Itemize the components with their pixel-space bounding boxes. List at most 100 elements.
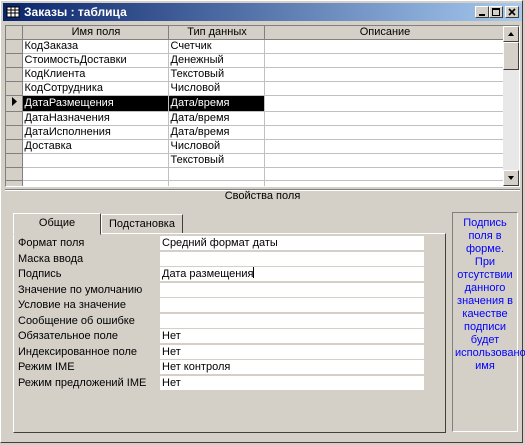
- header-data-type[interactable]: Тип данных: [168, 26, 265, 40]
- property-value-field[interactable]: [160, 298, 424, 312]
- table-icon: [6, 6, 20, 18]
- description-cell[interactable]: [264, 180, 505, 186]
- title-bar[interactable]: Заказы : таблица: [3, 3, 522, 21]
- field-name-cell[interactable]: [22, 167, 169, 181]
- scroll-up-button[interactable]: [503, 26, 519, 42]
- header-description[interactable]: Описание: [264, 26, 505, 40]
- property-row: Подпись Дата размещения: [18, 267, 425, 281]
- field-name-cell[interactable]: [22, 153, 169, 168]
- maximize-icon: [492, 8, 500, 16]
- tab-general[interactable]: Общие: [13, 213, 101, 235]
- property-value-text: Нет контроля: [162, 361, 231, 373]
- field-name-cell[interactable]: КодЗаказа: [22, 39, 169, 54]
- property-value-field[interactable]: [160, 251, 424, 266]
- data-type-cell[interactable]: [168, 180, 265, 186]
- data-type-cell[interactable]: Текстовый: [168, 153, 265, 168]
- table-row[interactable]: КодСотрудника Числовой: [6, 81, 505, 96]
- property-value-field[interactable]: Нет: [160, 375, 424, 390]
- row-selector[interactable]: [6, 39, 23, 54]
- field-name-cell[interactable]: ДатаИсполнения: [22, 125, 169, 140]
- field-name-cell[interactable]: КодКлиента: [22, 67, 169, 82]
- property-value-text: Нет: [162, 330, 181, 342]
- field-name-cell[interactable]: Доставка: [22, 139, 169, 154]
- maximize-button[interactable]: [489, 6, 503, 18]
- description-cell[interactable]: [264, 125, 505, 140]
- table-row[interactable]: СтоимостьДоставки Денежный: [6, 53, 505, 68]
- data-type-cell[interactable]: Числовой: [168, 81, 265, 96]
- vertical-scrollbar[interactable]: [503, 26, 519, 186]
- row-selector[interactable]: [6, 81, 23, 96]
- tab-general-label: Общие: [38, 217, 76, 229]
- property-row: Условие на значение: [18, 298, 425, 312]
- property-value-field[interactable]: [160, 313, 424, 328]
- header-field-name[interactable]: Имя поля: [22, 26, 169, 40]
- property-label: Режим предложений IME: [18, 376, 147, 389]
- row-selector[interactable]: [6, 153, 23, 168]
- scroll-thumb[interactable]: [503, 42, 519, 70]
- property-value-field[interactable]: Средний формат даты: [160, 236, 424, 250]
- field-name-cell[interactable]: КодСотрудника: [22, 81, 169, 96]
- description-cell[interactable]: [264, 167, 505, 181]
- table-row[interactable]: ДатаИсполнения Дата/время: [6, 125, 505, 140]
- property-row: Режим IME Нет контроля: [18, 360, 425, 374]
- property-label: Подпись: [18, 268, 62, 280]
- description-cell[interactable]: [264, 39, 505, 54]
- data-type-cell[interactable]: [168, 167, 265, 181]
- field-name-cell[interactable]: ДатаРазмещения: [22, 95, 169, 112]
- data-type-cell[interactable]: Дата/время: [168, 95, 265, 112]
- row-selector[interactable]: [6, 125, 23, 140]
- field-name-cell[interactable]: [22, 180, 169, 186]
- description-cell[interactable]: [264, 53, 505, 68]
- property-value-field[interactable]: Нет: [160, 329, 424, 343]
- table-row[interactable]: [6, 167, 505, 181]
- data-type-cell[interactable]: Счетчик: [168, 39, 265, 54]
- table-row[interactable]: ДатаРазмещения Дата/время: [6, 95, 505, 112]
- tab-lookup[interactable]: Подстановка: [101, 214, 183, 234]
- table-row[interactable]: [6, 180, 505, 186]
- row-selector[interactable]: [6, 180, 23, 186]
- property-value-field[interactable]: Дата размещения: [160, 267, 424, 281]
- row-selector[interactable]: [6, 95, 23, 112]
- description-cell[interactable]: [264, 67, 505, 82]
- close-button[interactable]: [505, 6, 519, 18]
- property-value-field[interactable]: Нет контроля: [160, 360, 424, 374]
- data-type-cell[interactable]: Денежный: [168, 53, 265, 68]
- scroll-down-button[interactable]: [503, 170, 519, 186]
- row-selector[interactable]: [6, 139, 23, 154]
- close-icon: [508, 8, 516, 16]
- data-type-cell[interactable]: Дата/время: [168, 111, 265, 126]
- data-type-cell[interactable]: Числовой: [168, 139, 265, 154]
- arrow-up-icon: [508, 32, 514, 36]
- table-row[interactable]: КодКлиента Текстовый: [6, 67, 505, 82]
- field-name-cell[interactable]: СтоимостьДоставки: [22, 53, 169, 68]
- property-value-field[interactable]: Нет: [160, 344, 424, 359]
- property-label: Формат поля: [18, 237, 85, 249]
- table-row[interactable]: ДатаНазначения Дата/время: [6, 111, 505, 126]
- data-type-cell[interactable]: Дата/время: [168, 125, 265, 140]
- field-name-cell[interactable]: ДатаНазначения: [22, 111, 169, 126]
- property-row: Обязательное поле Нет: [18, 329, 425, 343]
- description-cell[interactable]: [264, 153, 505, 168]
- description-cell[interactable]: [264, 139, 505, 154]
- row-selector[interactable]: [6, 53, 23, 68]
- minimize-button[interactable]: [475, 6, 489, 18]
- property-label: Индексированное поле: [18, 345, 137, 358]
- property-row: Значение по умолчанию: [18, 282, 425, 297]
- field-grid: Имя поля Тип данных Описание КодЗаказа Сч…: [5, 25, 520, 187]
- description-cell[interactable]: [264, 95, 505, 112]
- current-row-pointer-icon: [11, 97, 17, 106]
- arrow-down-icon: [508, 176, 514, 180]
- row-selector[interactable]: [6, 111, 23, 126]
- table-row[interactable]: КодЗаказа Счетчик: [6, 39, 505, 54]
- property-label: Режим IME: [18, 361, 75, 373]
- table-row[interactable]: Доставка Числовой: [6, 139, 505, 154]
- data-type-cell[interactable]: Текстовый: [168, 67, 265, 82]
- table-row[interactable]: Текстовый: [6, 153, 505, 168]
- property-value-field[interactable]: [160, 282, 424, 297]
- text-caret: [253, 267, 255, 278]
- row-selector[interactable]: [6, 167, 23, 181]
- property-value-text: Дата размещения: [162, 268, 254, 280]
- row-selector[interactable]: [6, 67, 23, 82]
- description-cell[interactable]: [264, 111, 505, 126]
- description-cell[interactable]: [264, 81, 505, 96]
